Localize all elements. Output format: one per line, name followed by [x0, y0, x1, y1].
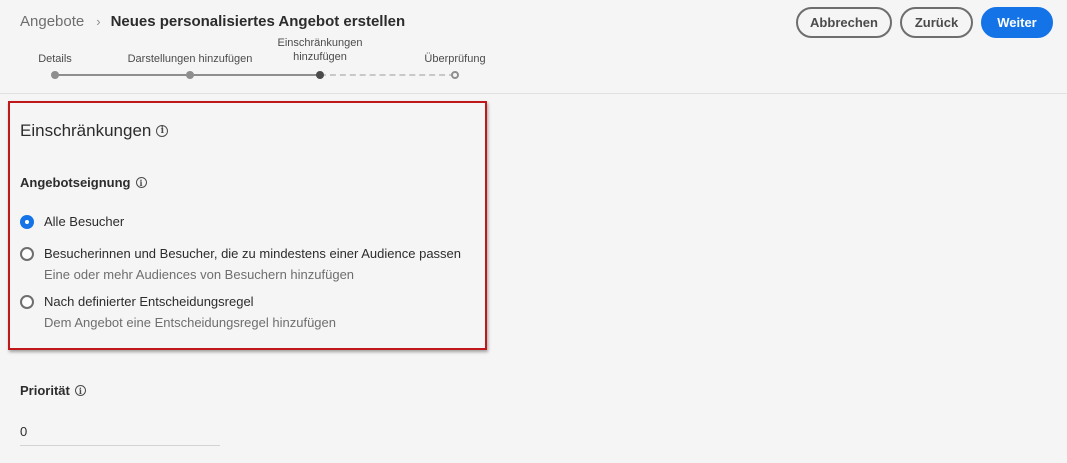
- radio-button[interactable]: [20, 247, 34, 261]
- next-button[interactable]: Weiter: [981, 7, 1053, 38]
- radio-description: Dem Angebot eine Entscheidungsregel hinz…: [44, 315, 336, 330]
- priority-input[interactable]: [20, 418, 220, 446]
- radio-option-all-visitors[interactable]: Alle Besucher: [20, 214, 124, 230]
- info-icon[interactable]: i: [74, 385, 86, 396]
- constraints-title-text: Einschränkungen: [20, 121, 152, 140]
- eligibility-title: Angebotseignung i: [20, 175, 147, 190]
- cancel-button[interactable]: Abbrechen: [796, 7, 892, 38]
- step-label-review[interactable]: Überprüfung: [424, 52, 485, 66]
- page-header: Angebote › Neues personalisiertes Angebo…: [0, 0, 1067, 94]
- back-button[interactable]: Zurück: [900, 7, 973, 38]
- priority-label-text: Priorität: [20, 383, 70, 398]
- radio-description: Eine oder mehr Audiences von Besuchern h…: [44, 267, 355, 282]
- info-icon[interactable]: i: [135, 177, 147, 188]
- stepper: Details Darstellungen hinzufügen Einschr…: [0, 0, 520, 94]
- step-label-details[interactable]: Details: [38, 52, 72, 66]
- radio-label: Alle Besucher: [44, 214, 125, 229]
- step-dot-constraints[interactable]: [316, 71, 324, 79]
- radio-label: Besucherinnen und Besucher, die zu minde…: [44, 246, 462, 261]
- radio-label: Nach definierter Entscheidungsregel: [44, 294, 254, 309]
- step-dot-representations[interactable]: [186, 71, 194, 79]
- step-dot-review[interactable]: [451, 71, 459, 79]
- radio-button-checked[interactable]: [20, 215, 34, 229]
- step-label-constraints[interactable]: Einschränkungen hinzufügen: [277, 36, 362, 64]
- radio-option-audience[interactable]: Besucherinnen und Besucher, die zu minde…: [20, 246, 461, 283]
- eligibility-title-text: Angebotseignung: [20, 175, 131, 190]
- stepper-line-pending: [320, 74, 455, 76]
- step-label-representations[interactable]: Darstellungen hinzufügen: [128, 52, 253, 66]
- radio-button[interactable]: [20, 295, 34, 309]
- radio-option-decision-rule[interactable]: Nach definierter Entscheidungsregel Dem …: [20, 294, 336, 331]
- info-icon[interactable]: i: [156, 125, 169, 137]
- step-dot-details[interactable]: [51, 71, 59, 79]
- constraints-section-title: Einschränkungen i: [20, 121, 169, 141]
- priority-label: Priorität i: [20, 383, 86, 398]
